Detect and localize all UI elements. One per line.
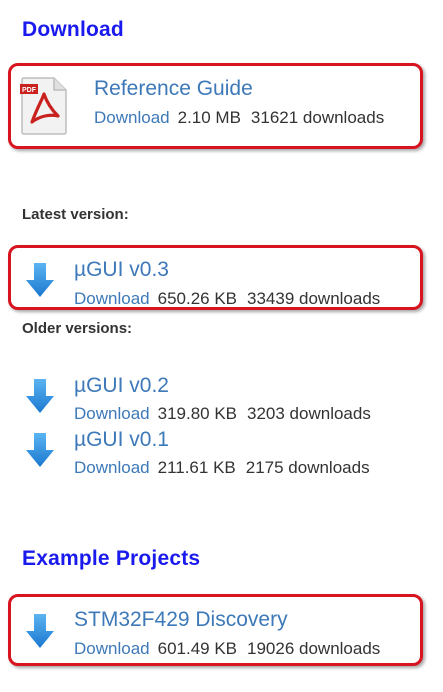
ugui-v03-meta: Download 650.26 KB 33439 downloads: [74, 289, 380, 309]
example-projects-heading: Example Projects: [22, 547, 201, 570]
reference-guide-meta: Download 2.10 MB 31621 downloads: [94, 108, 384, 128]
reference-guide-title[interactable]: Reference Guide: [94, 77, 253, 101]
download-arrow-icon[interactable]: [25, 432, 55, 468]
ugui-v01-meta: Download 211.61 KB 2175 downloads: [74, 458, 370, 478]
highlight-box-reference: [8, 63, 423, 149]
reference-guide-size: 2.10 MB: [177, 108, 241, 127]
ugui-v02-meta: Download 319.80 KB 3203 downloads: [74, 404, 371, 424]
older-versions-label: Older versions:: [22, 320, 133, 337]
ugui-v01-downloads: 2175 downloads: [245, 458, 370, 477]
reference-guide-downloads: 31621 downloads: [250, 108, 385, 127]
ugui-v03-title[interactable]: µGUI v0.3: [74, 258, 169, 282]
latest-version-label: Latest version:: [22, 206, 129, 223]
ugui-v02-download-link[interactable]: Download: [74, 404, 150, 423]
download-arrow-icon[interactable]: [25, 613, 55, 649]
ugui-v02-title[interactable]: µGUI v0.2: [74, 374, 169, 398]
stm32-meta: Download 601.49 KB 19026 downloads: [74, 639, 380, 659]
stm32-title[interactable]: STM32F429 Discovery: [74, 608, 288, 632]
stm32-downloads: 19026 downloads: [247, 639, 381, 658]
ugui-v03-size: 650.26 KB: [157, 289, 238, 308]
reference-guide-download-link[interactable]: Download: [94, 108, 170, 127]
ugui-v02-size: 319.80 KB: [157, 404, 238, 423]
ugui-v01-title[interactable]: µGUI v0.1: [74, 428, 169, 452]
ugui-v03-download-link[interactable]: Download: [74, 289, 150, 308]
ugui-v03-downloads: 33439 downloads: [247, 289, 381, 308]
stm32-size: 601.49 KB: [157, 639, 238, 658]
ugui-v01-download-link[interactable]: Download: [74, 458, 150, 477]
svg-text:PDF: PDF: [22, 87, 37, 94]
download-arrow-icon[interactable]: [25, 262, 55, 298]
ugui-v02-downloads: 3203 downloads: [247, 404, 371, 423]
download-arrow-icon[interactable]: [25, 378, 55, 414]
pdf-icon[interactable]: PDF: [20, 76, 68, 136]
stm32-download-link[interactable]: Download: [74, 639, 150, 658]
ugui-v01-size: 211.61 KB: [157, 458, 236, 477]
download-heading: Download: [22, 18, 124, 41]
